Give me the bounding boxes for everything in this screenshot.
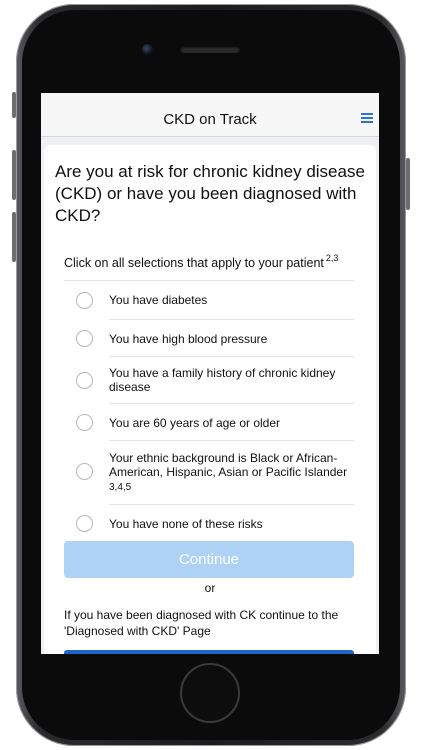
- diagnosed-ckd-button[interactable]: [64, 650, 354, 654]
- app-screen: CKD on Track Are you at risk for chronic…: [41, 93, 379, 654]
- continue-button[interactable]: Continue: [64, 541, 354, 578]
- radio-button[interactable]: [76, 414, 93, 431]
- option-diabetes[interactable]: You have diabetes: [64, 281, 354, 320]
- radio-button[interactable]: [76, 372, 93, 389]
- option-family-history[interactable]: You have a family history of chronic kid…: [64, 357, 354, 404]
- option-label-text: Your ethnic background is Black or Afric…: [109, 451, 348, 479]
- option-label: You have none of these risks: [109, 517, 263, 531]
- diagnosed-instructions: If you have been diagnosed with CK conti…: [64, 608, 339, 638]
- front-camera: [142, 44, 153, 55]
- home-button[interactable]: [180, 663, 240, 723]
- instruction-references: 2,3: [325, 253, 339, 263]
- option-ethnic-background[interactable]: Your ethnic background is Black or Afric…: [64, 441, 354, 505]
- power-button: [406, 158, 410, 210]
- option-none[interactable]: You have none of these risks: [64, 505, 354, 541]
- app-title: CKD on Track: [163, 111, 257, 128]
- option-label: You have a family history of chronic kid…: [109, 366, 336, 394]
- or-separator: or: [204, 581, 216, 595]
- option-age-60[interactable]: You are 60 years of age or older: [64, 404, 354, 441]
- option-label: Your ethnic background is Black or Afric…: [109, 451, 349, 495]
- instruction-label: Click on all selections that apply to yo…: [64, 256, 324, 270]
- radio-button[interactable]: [76, 515, 93, 532]
- option-label: You are 60 years of age or older: [109, 416, 281, 430]
- option-high-blood-pressure[interactable]: You have high blood pressure: [64, 320, 354, 357]
- option-label: You have high blood pressure: [109, 332, 268, 346]
- option-label: You have diabetes: [109, 293, 208, 307]
- navigation-bar: CKD on Track: [41, 93, 379, 137]
- radio-button[interactable]: [76, 292, 93, 309]
- radio-button[interactable]: [76, 330, 93, 347]
- hamburger-menu-icon[interactable]: [361, 113, 373, 123]
- radio-button[interactable]: [76, 463, 93, 480]
- instruction-text: Click on all selections that apply to yo…: [64, 253, 338, 270]
- question-title: Are you at risk for chronic kidney disea…: [55, 162, 365, 225]
- mute-switch: [12, 92, 16, 118]
- option-references: 3,4,5: [109, 482, 132, 493]
- volume-down-button: [12, 212, 16, 262]
- volume-up-button: [12, 150, 16, 200]
- earpiece-speaker: [180, 46, 240, 53]
